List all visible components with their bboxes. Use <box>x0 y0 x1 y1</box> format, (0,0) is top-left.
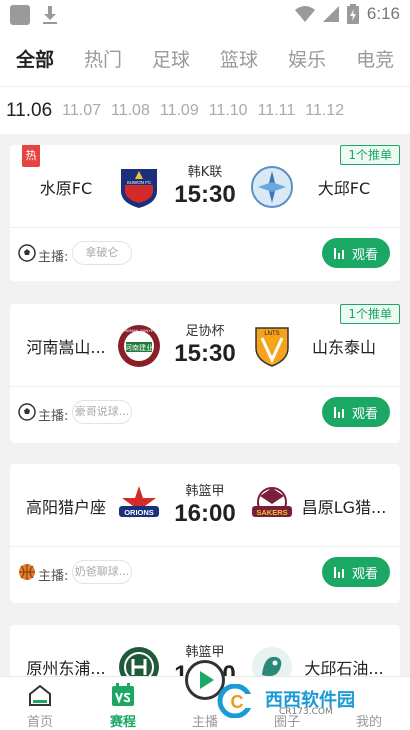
nav-label: 首页 <box>26 715 53 730</box>
logo-text: 河南建业 <box>125 343 153 352</box>
wifi-icon <box>294 6 315 22</box>
home-team-name: 河南嵩山... <box>26 338 106 357</box>
kickoff-time: 15:30 <box>174 181 236 208</box>
football-icon <box>18 403 36 421</box>
team-logo-orions-icon: ORIONS <box>119 486 159 518</box>
watch-button[interactable]: 观看 <box>322 238 390 268</box>
watermark-logo-icon: C <box>217 684 261 718</box>
team-logo-daegu-kogas-icon <box>252 647 292 676</box>
league-name: 韩篮甲 <box>185 484 225 499</box>
team-logo-suwon-icon: SUWON FC <box>121 169 157 208</box>
watch-button[interactable]: 观看 <box>322 397 390 427</box>
logo-text: ORIONS <box>124 508 154 517</box>
anchor-label: 主播: <box>38 569 69 584</box>
date-item[interactable]: 11.11 <box>258 102 296 120</box>
logo-text: LNTS <box>264 331 279 337</box>
team-logo-shandong-icon: LNTS <box>255 327 289 367</box>
logo-text: HENAN JIANYE <box>124 328 153 333</box>
league-name: 韩篮甲 <box>185 645 225 660</box>
signal-icon <box>322 6 339 22</box>
date-item[interactable]: 11.08 <box>111 102 150 120</box>
kickoff-time: 16:00 <box>174 500 236 527</box>
team-logo-henan-icon: 河南建业 HENAN JIANYE <box>118 325 160 367</box>
football-icon <box>18 244 36 262</box>
vs-calendar-icon <box>112 683 134 706</box>
watch-label: 观看 <box>351 406 378 422</box>
team-logo-sakers-icon: SAKERS <box>252 487 292 517</box>
chart-bars-icon <box>333 406 346 418</box>
watch-button[interactable]: 观看 <box>322 557 390 587</box>
nav-label: 赛程 <box>109 715 136 730</box>
status-bar: 6:16 <box>0 0 410 30</box>
watermark: C 西西软件园 CR173.COM <box>215 684 385 720</box>
away-team-name: 大邱石油... <box>304 659 384 676</box>
tab-esports[interactable]: 电竞 <box>356 45 394 72</box>
watermark-url: CR173.COM <box>279 707 333 717</box>
anchor-chip[interactable]: 奶爸聊球... <box>72 560 132 584</box>
away-team-name: 山东泰山 <box>311 338 376 357</box>
date-item[interactable]: 11.10 <box>209 102 248 120</box>
logo-text: SUWON FC <box>127 180 152 185</box>
kickoff-time: 15:30 <box>174 340 236 367</box>
league-name: 韩K联 <box>187 165 223 180</box>
home-icon <box>29 684 51 706</box>
match-card[interactable]: 1个推单 河南嵩山... 河南建业 HENAN JIANYE 足协杯 15:30… <box>10 304 400 443</box>
date-strip: 11.06 11.07 11.08 11.09 11.10 11.11 11.1… <box>0 86 410 134</box>
away-team-name: 大邱FC <box>317 179 371 198</box>
date-item[interactable]: 11.09 <box>160 102 199 120</box>
date-item[interactable]: 11.12 <box>305 102 344 120</box>
team-logo-wonju-icon <box>119 647 159 676</box>
basketball-icon <box>19 564 35 580</box>
tab-football[interactable]: 足球 <box>152 45 190 72</box>
home-team-name: 原州东浦... <box>26 659 106 676</box>
date-item[interactable]: 11.06 <box>6 100 52 122</box>
watermark-logo-letter: C <box>231 692 244 712</box>
watch-label: 观看 <box>351 247 378 263</box>
tab-hot[interactable]: 热门 <box>84 45 122 72</box>
tab-basketball[interactable]: 篮球 <box>220 45 258 72</box>
tab-entertainment[interactable]: 娱乐 <box>288 45 326 72</box>
download-icon <box>40 5 60 25</box>
tab-all[interactable]: 全部 <box>16 45 54 72</box>
watch-label: 观看 <box>351 566 378 582</box>
anchor-label: 主播: <box>38 409 69 424</box>
anchor-chip[interactable]: 豪哥说球... <box>72 400 132 424</box>
date-item[interactable]: 11.07 <box>62 102 101 120</box>
league-name: 足协杯 <box>185 324 225 339</box>
notification-square-icon <box>10 5 30 25</box>
away-team-name: 昌原LG猎... <box>301 498 387 517</box>
chart-bars-icon <box>333 566 346 578</box>
home-team-name: 高阳猎户座 <box>25 498 106 517</box>
home-team-name: 水原FC <box>39 179 93 198</box>
anchor-label: 主播: <box>38 250 69 265</box>
status-time: 6:16 <box>366 4 400 23</box>
team-logo-daegu-icon <box>251 166 293 208</box>
battery-icon <box>346 4 359 24</box>
chart-bars-icon <box>333 247 346 259</box>
category-tabs: 全部 热门 足球 篮球 娱乐 电竞 <box>0 30 410 86</box>
match-card[interactable]: 高阳猎户座 ORIONS 韩篮甲 16:00 SAKERS 昌原LG猎... 主… <box>10 464 400 603</box>
anchor-chip[interactable]: 拿破仑 <box>72 241 132 265</box>
match-card[interactable]: 热 1个推单 水原FC SUWON FC 韩K联 15:30 大邱FC 主播: … <box>10 145 400 281</box>
logo-text: SAKERS <box>256 508 287 517</box>
